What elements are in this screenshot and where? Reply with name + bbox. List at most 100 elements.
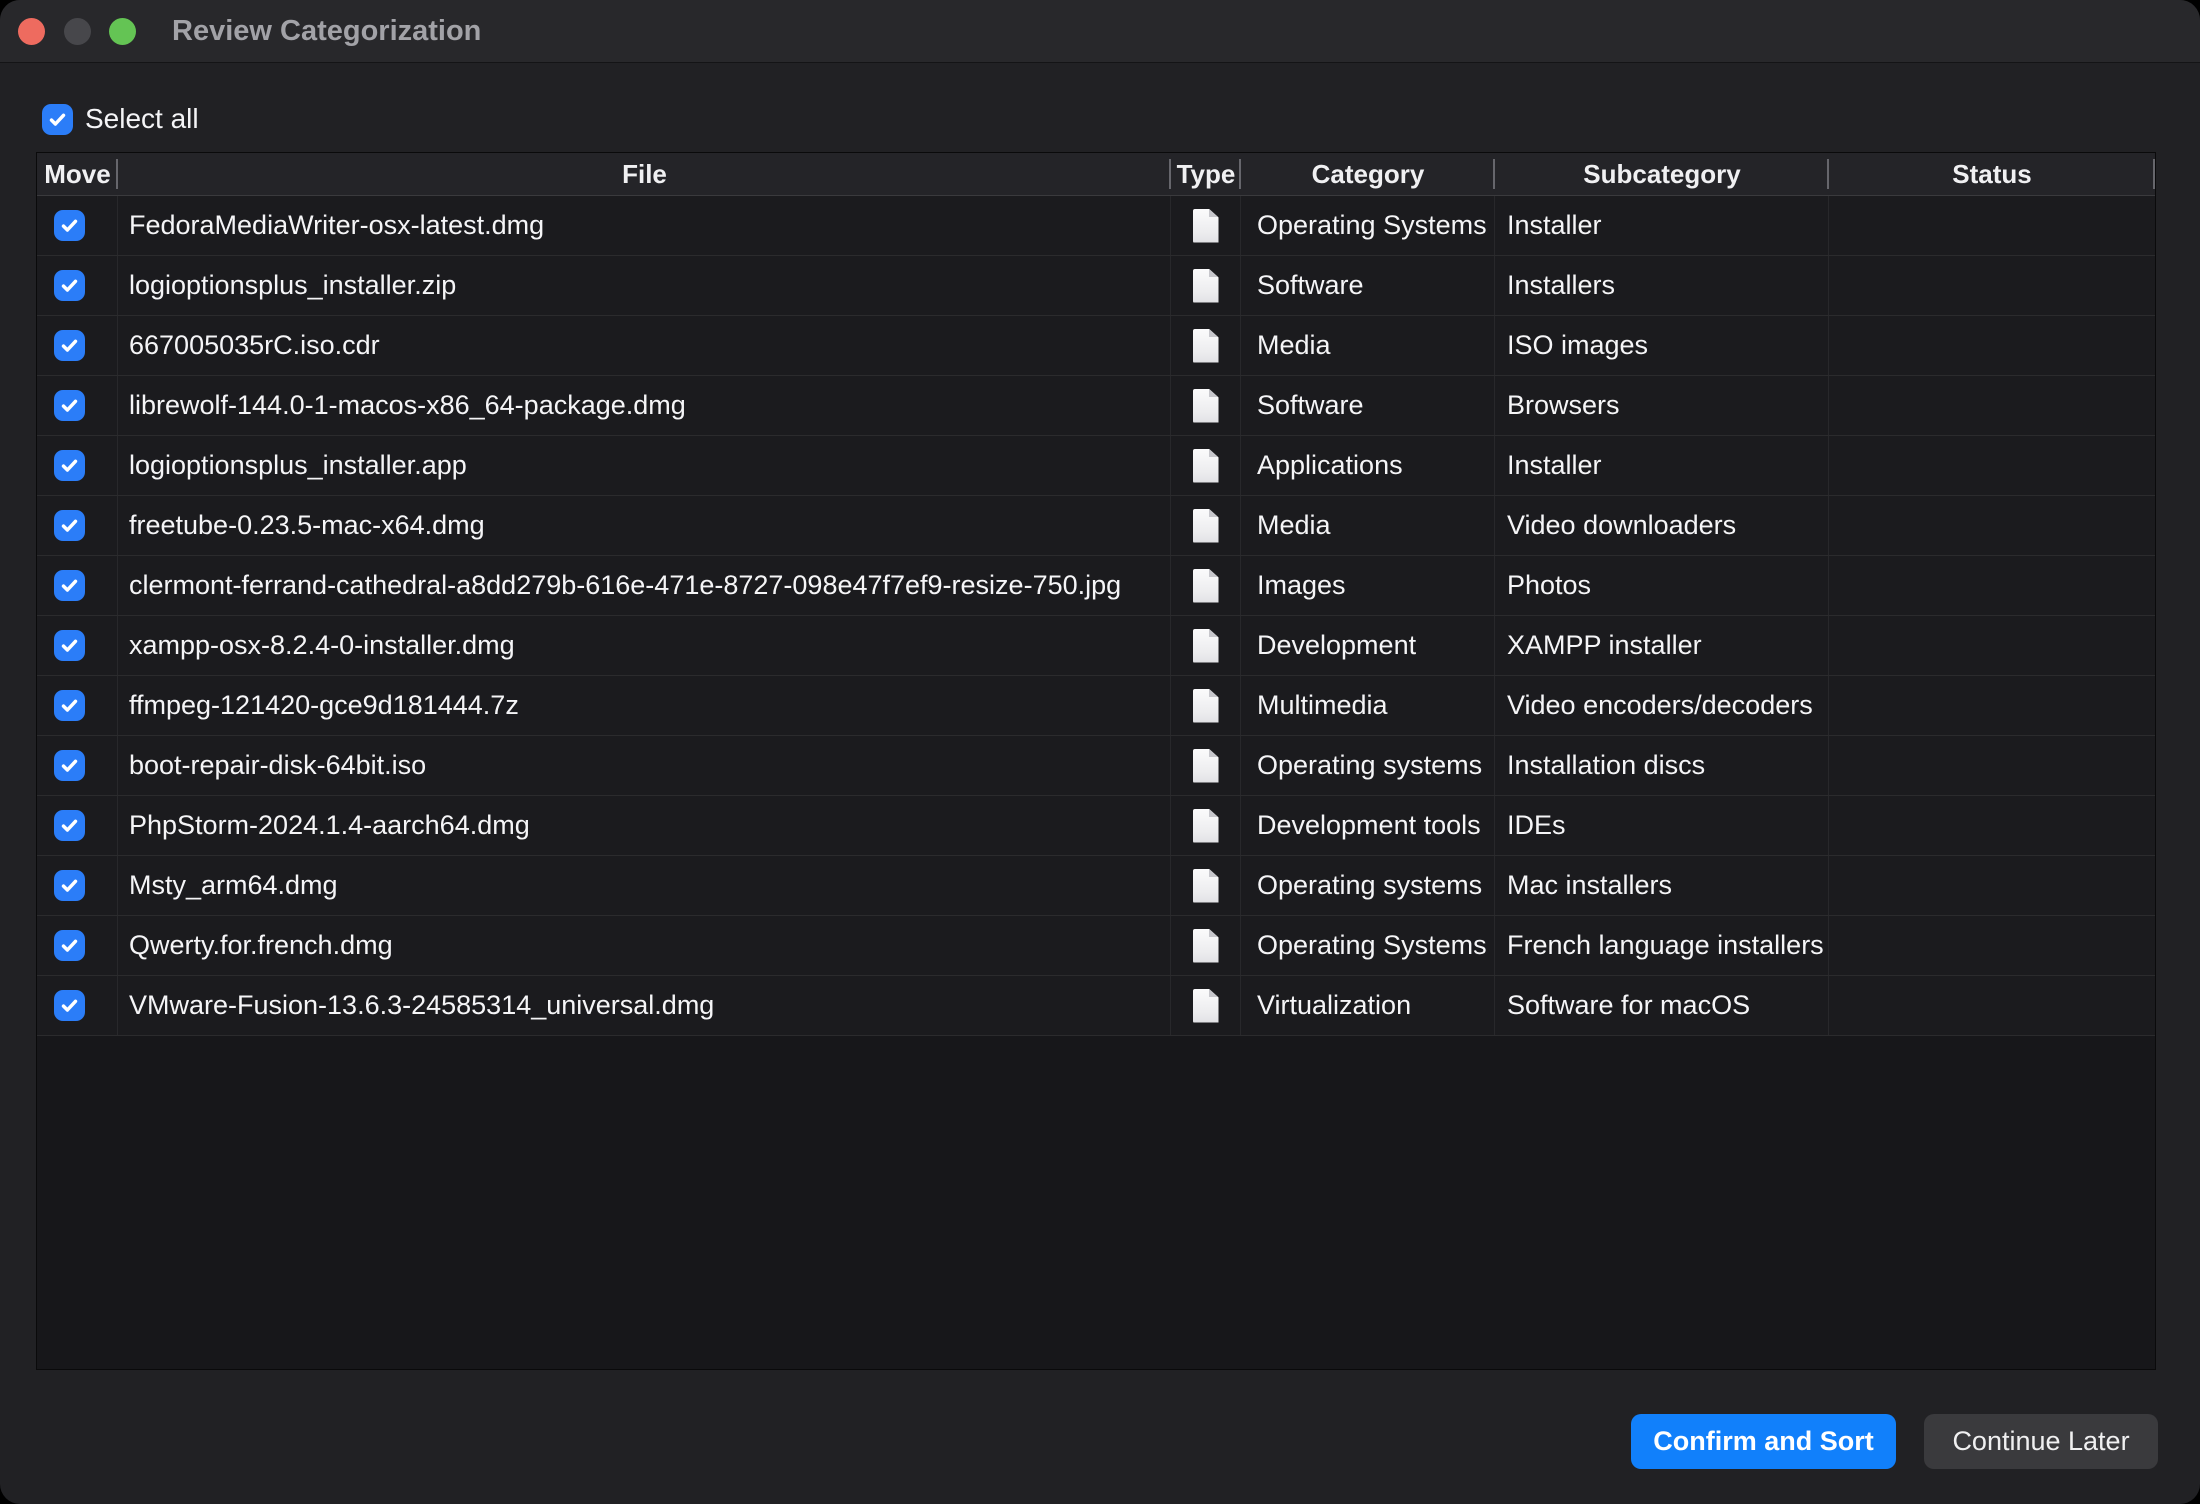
row-category: Operating Systems [1241, 196, 1495, 255]
row-status [1829, 736, 2155, 795]
row-category: Applications [1241, 436, 1495, 495]
title-bar: Review Categorization [0, 0, 2200, 63]
row-move-checkbox[interactable] [54, 690, 85, 721]
row-move-checkbox[interactable] [54, 390, 85, 421]
row-subcategory: IDEs [1495, 796, 1829, 855]
document-icon [1193, 929, 1219, 963]
row-move-checkbox[interactable] [54, 810, 85, 841]
minimize-window-icon[interactable] [64, 18, 91, 45]
row-status [1829, 316, 2155, 375]
row-file-name: FedoraMediaWriter-osx-latest.dmg [118, 196, 1171, 255]
row-move-cell [37, 796, 118, 855]
row-subcategory: Software for macOS [1495, 976, 1829, 1035]
table-body: FedoraMediaWriter-osx-latest.dmg Operati… [37, 196, 2155, 1036]
select-all-label: Select all [85, 103, 199, 135]
row-move-cell [37, 256, 118, 315]
row-status [1829, 256, 2155, 315]
row-move-checkbox[interactable] [54, 570, 85, 601]
table-row[interactable]: librewolf-144.0-1-macos-x86_64-package.d… [37, 376, 2155, 436]
table-row[interactable]: VMware-Fusion-13.6.3-24585314_universal.… [37, 976, 2155, 1036]
row-move-cell [37, 856, 118, 915]
column-header-subcategory: Subcategory [1495, 153, 1829, 195]
row-move-checkbox[interactable] [54, 450, 85, 481]
table-row[interactable]: xampp-osx-8.2.4-0-installer.dmg Developm… [37, 616, 2155, 676]
row-type-cell [1171, 256, 1241, 315]
row-subcategory: Browsers [1495, 376, 1829, 435]
document-icon [1193, 569, 1219, 603]
checkmark-icon [59, 395, 80, 416]
row-type-cell [1171, 436, 1241, 495]
table-row[interactable]: Msty_arm64.dmg Operating systems Mac ins… [37, 856, 2155, 916]
document-icon [1193, 809, 1219, 843]
document-icon [1193, 749, 1219, 783]
confirm-and-sort-button[interactable]: Confirm and Sort [1631, 1414, 1896, 1469]
document-icon [1193, 449, 1219, 483]
row-file-name: clermont-ferrand-cathedral-a8dd279b-616e… [118, 556, 1171, 615]
row-file-name: librewolf-144.0-1-macos-x86_64-package.d… [118, 376, 1171, 435]
row-move-checkbox[interactable] [54, 870, 85, 901]
close-window-icon[interactable] [18, 18, 45, 45]
window-title: Review Categorization [172, 0, 481, 63]
row-type-cell [1171, 316, 1241, 375]
column-header-move: Move [37, 153, 118, 195]
table-row[interactable]: FedoraMediaWriter-osx-latest.dmg Operati… [37, 196, 2155, 256]
row-move-checkbox[interactable] [54, 630, 85, 661]
row-move-cell [37, 676, 118, 735]
row-status [1829, 376, 2155, 435]
document-icon [1193, 389, 1219, 423]
row-status [1829, 916, 2155, 975]
row-category: Development tools [1241, 796, 1495, 855]
row-status [1829, 496, 2155, 555]
table-row[interactable]: logioptionsplus_installer.app Applicatio… [37, 436, 2155, 496]
row-move-checkbox[interactable] [54, 210, 85, 241]
checkmark-icon [47, 109, 68, 130]
row-file-name: Qwerty.for.french.dmg [118, 916, 1171, 975]
checkmark-icon [59, 635, 80, 656]
row-file-name: freetube-0.23.5-mac-x64.dmg [118, 496, 1171, 555]
continue-later-button[interactable]: Continue Later [1924, 1414, 2158, 1469]
table-row[interactable]: clermont-ferrand-cathedral-a8dd279b-616e… [37, 556, 2155, 616]
row-file-name: VMware-Fusion-13.6.3-24585314_universal.… [118, 976, 1171, 1035]
table-row[interactable]: ffmpeg-121420-gce9d181444.7z Multimedia … [37, 676, 2155, 736]
table-row[interactable]: 667005035rC.iso.cdr Media ISO images [37, 316, 2155, 376]
document-icon [1193, 689, 1219, 723]
row-move-cell [37, 736, 118, 795]
row-category: Operating systems [1241, 856, 1495, 915]
row-move-cell [37, 916, 118, 975]
row-move-checkbox[interactable] [54, 990, 85, 1021]
row-category: Media [1241, 496, 1495, 555]
row-move-checkbox[interactable] [54, 330, 85, 361]
row-subcategory: ISO images [1495, 316, 1829, 375]
zoom-window-icon[interactable] [109, 18, 136, 45]
row-move-cell [37, 556, 118, 615]
row-subcategory: Installers [1495, 256, 1829, 315]
row-status [1829, 856, 2155, 915]
row-move-checkbox[interactable] [54, 750, 85, 781]
select-all-control[interactable]: Select all [42, 103, 199, 135]
row-move-checkbox[interactable] [54, 270, 85, 301]
checkmark-icon [59, 995, 80, 1016]
checkmark-icon [59, 275, 80, 296]
column-header-file: File [118, 153, 1171, 195]
checkmark-icon [59, 755, 80, 776]
categorization-table: Move File Type Category Subcategory Stat… [36, 152, 2156, 1370]
row-category: Development [1241, 616, 1495, 675]
row-move-cell [37, 436, 118, 495]
row-type-cell [1171, 676, 1241, 735]
row-type-cell [1171, 796, 1241, 855]
row-move-cell [37, 376, 118, 435]
select-all-checkbox[interactable] [42, 104, 73, 135]
row-move-checkbox[interactable] [54, 930, 85, 961]
table-row[interactable]: PhpStorm-2024.1.4-aarch64.dmg Developmen… [37, 796, 2155, 856]
table-row[interactable]: Qwerty.for.french.dmg Operating Systems … [37, 916, 2155, 976]
row-file-name: 667005035rC.iso.cdr [118, 316, 1171, 375]
row-move-checkbox[interactable] [54, 510, 85, 541]
row-type-cell [1171, 736, 1241, 795]
table-row[interactable]: freetube-0.23.5-mac-x64.dmg Media Video … [37, 496, 2155, 556]
row-status [1829, 976, 2155, 1035]
table-row[interactable]: logioptionsplus_installer.zip Software I… [37, 256, 2155, 316]
column-header-type: Type [1171, 153, 1241, 195]
row-file-name: xampp-osx-8.2.4-0-installer.dmg [118, 616, 1171, 675]
document-icon [1193, 869, 1219, 903]
table-row[interactable]: boot-repair-disk-64bit.iso Operating sys… [37, 736, 2155, 796]
